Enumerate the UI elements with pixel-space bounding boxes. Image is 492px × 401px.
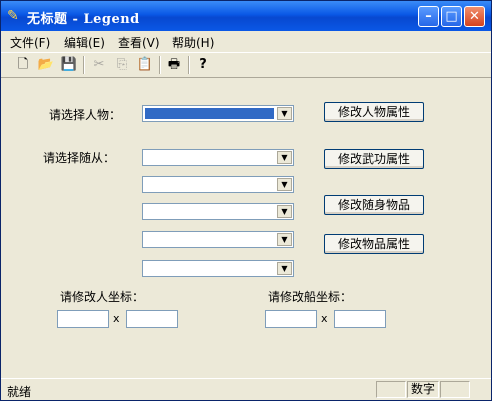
chevron-down-icon[interactable]: ▼ [277,178,292,191]
ship-x-input[interactable] [265,310,317,328]
save-icon[interactable]: 💾 [60,56,78,73]
chevron-down-icon[interactable]: ▼ [277,205,292,218]
menu-view[interactable]: 查看(V) [118,34,160,51]
edit-carried-items-button[interactable]: 修改随身物品 [324,195,424,215]
open-icon[interactable]: 📂 [37,56,55,73]
status-bar: 就绪 数字 [1,378,491,400]
ship-y-input[interactable] [334,310,386,328]
follower-select-4[interactable]: ▼ [142,231,294,248]
select-person-label: 请选择人物： [49,108,122,122]
menu-file[interactable]: 文件(F) [10,34,50,51]
coord-separator: x [113,312,120,325]
edit-person-button[interactable]: 修改人物属性 [324,102,424,122]
chevron-down-icon[interactable]: ▼ [277,262,292,275]
print-icon[interactable]: 🖶 [165,56,183,73]
chevron-down-icon[interactable]: ▼ [277,107,292,120]
person-select[interactable]: ▼ [142,105,294,122]
coord-separator: x [321,312,328,325]
follower-select-2[interactable]: ▼ [142,176,294,193]
chevron-down-icon[interactable]: ▼ [277,233,292,246]
status-pane-caps [376,381,406,398]
person-coord-label: 请修改人坐标： [60,290,145,304]
new-icon[interactable]: 🗋 [14,56,32,73]
toolbar-separator [188,56,190,74]
main-window: ✎ 无标题 - Legend – □ ✕ 文件(F) 编辑(E) 查看(V) 帮… [0,0,492,401]
minimize-button[interactable]: – [418,6,439,27]
person-x-input[interactable] [57,310,109,328]
maximize-button[interactable]: □ [441,6,462,27]
window-title: 无标题 - Legend [27,12,140,27]
follower-select-1[interactable]: ▼ [142,149,294,166]
select-follower-label: 请选择随从： [43,151,116,165]
copy-icon[interactable]: ⎘ [113,56,131,73]
form-area: 请选择人物： ▼ 请选择随从： ▼ ▼ ▼ ▼ ▼ 修改人物属性 修改武功属性 … [1,77,491,377]
menu-bar: 文件(F) 编辑(E) 查看(V) 帮助(H) [1,31,491,51]
toolbar-separator [83,56,85,74]
toolbar-separator [159,56,161,74]
ship-coord-label: 请修改船坐标： [268,290,353,304]
person-y-input[interactable] [126,310,178,328]
status-text: 就绪 [7,385,32,399]
cut-icon[interactable]: ✂ [90,56,108,73]
close-button[interactable]: ✕ [464,6,485,27]
help-icon[interactable]: ? [194,56,212,73]
edit-item-attrs-button[interactable]: 修改物品属性 [324,234,424,254]
status-pane-scroll [440,381,470,398]
menu-help[interactable]: 帮助(H) [172,34,214,51]
menu-edit[interactable]: 编辑(E) [64,34,105,51]
paste-icon[interactable]: 📋 [136,56,154,73]
title-bar[interactable]: ✎ 无标题 - Legend – □ ✕ [1,1,491,31]
app-icon: ✎ [7,8,19,24]
chevron-down-icon[interactable]: ▼ [277,151,292,164]
follower-select-5[interactable]: ▼ [142,260,294,277]
status-pane-numlock: 数字 [407,381,439,398]
toolbar: 🗋 📂 💾 ✂ ⎘ 📋 🖶 ? [1,52,491,78]
edit-martial-button[interactable]: 修改武功属性 [324,149,424,169]
follower-select-3[interactable]: ▼ [142,203,294,220]
person-select-highlight [145,108,274,119]
